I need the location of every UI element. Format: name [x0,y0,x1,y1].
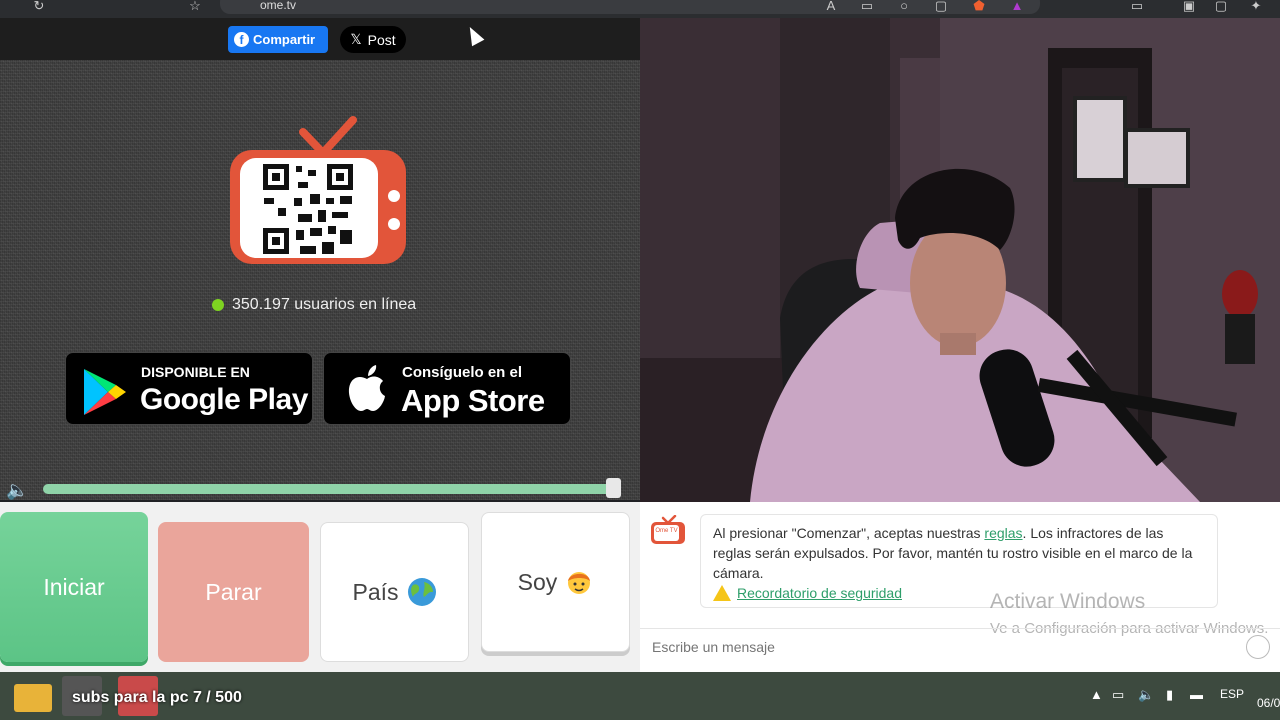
self-webcam-panel [640,18,1280,502]
online-users-text: 350.197 usuarios en línea [232,296,417,313]
stream-caption: subs para la pc 7 / 500 [72,689,242,706]
warning-icon [713,585,731,601]
share-icon[interactable]: ▢ [932,0,950,14]
reload-icon[interactable]: ↻ [30,0,48,14]
google-play-button[interactable]: DISPONIBLE EN Google Play [65,352,313,425]
downloads-icon[interactable]: ▭ [1128,0,1146,14]
speaker-icon[interactable]: 🔈 [6,480,28,500]
cast-icon[interactable]: ▭ [858,0,876,14]
facebook-share-button[interactable]: f Compartir [228,26,328,53]
x-post-button[interactable]: 𝕏 Post [340,26,406,53]
ometv-qr-logo [230,116,406,264]
app-store-button[interactable]: Consíguelo en el App Store [323,352,571,425]
facebook-share-label: Compartir [253,32,316,47]
volume-slider-thumb[interactable] [606,478,621,498]
x-post-label: Post [367,31,396,48]
extension-icon[interactable]: ▲ [1008,0,1026,14]
language-indicator[interactable]: ESP [1220,687,1244,701]
brave-shield-icon[interactable]: ⬟ [970,0,988,14]
share-bar: f Compartir 𝕏 Post [0,18,640,60]
volume-control: 🔈 [0,478,640,500]
chat-panel: Ome TV Al presionar "Comenzar", aceptas … [640,502,1280,672]
url-text: ome.tv [260,0,297,12]
translate-icon[interactable]: A [822,0,840,14]
windows-taskbar: subs para la pc 7 / 500 ▲ ▭ 🔈 ▮ ▬ ESP 06… [0,672,1280,720]
system-message-text: Al presionar "Comenzar", aceptas nuestra… [713,523,1205,583]
google-play-small-text: DISPONIBLE EN [141,364,250,380]
message-pre: Al presionar "Comenzar", aceptas nuestra… [713,525,985,541]
online-users-status: 350.197 usuarios en línea [212,296,416,314]
app-store-small-text: Consíguelo en el [402,364,523,381]
x-logo-icon: 𝕏 [350,31,362,47]
zoom-icon[interactable]: ○ [895,0,913,14]
webcam-video-feed [640,18,1280,502]
volume-tray-icon[interactable]: 🔈 [1138,687,1154,703]
start-button[interactable]: Iniciar [0,512,148,662]
network-icon[interactable]: ▭ [1112,687,1124,703]
gender-button[interactable]: Soy [481,512,630,652]
start-label: Iniciar [43,573,105,600]
boy-emoji-icon [568,572,591,594]
address-bar[interactable]: ome.tv [220,0,1040,14]
emoji-icon[interactable] [1246,635,1270,659]
battery-icon[interactable]: ▬ [1190,687,1203,702]
message-input[interactable] [652,639,1212,655]
tray-chevron-icon[interactable]: ▲ [1090,687,1103,702]
mouse-cursor-icon [463,23,485,47]
sidebar-icon[interactable]: ▢ [1212,0,1230,14]
message-bar [640,628,1280,664]
country-button[interactable]: País [320,522,469,662]
window-icon[interactable]: ▣ [1180,0,1198,14]
online-dot-icon [212,299,224,311]
volume-slider-track[interactable] [43,484,617,494]
apple-icon [348,365,385,411]
facebook-icon: f [234,32,249,47]
rules-link[interactable]: reglas [984,525,1022,541]
mic-tray-icon[interactable]: ▮ [1166,687,1173,703]
clock[interactable]: 06/0 [1257,696,1280,710]
watermark-title: Activar Windows [990,590,1146,613]
globe-icon [407,578,436,606]
stop-label: Parar [205,578,262,605]
stranger-video-panel: f Compartir 𝕏 Post 350.197 usuarios en l… [0,18,640,500]
app-store-big-text: App Store [401,383,545,418]
menu-icon[interactable]: ✦ [1247,0,1265,14]
google-play-icon [84,369,126,415]
country-label: País [352,578,399,605]
file-explorer-icon[interactable] [14,684,52,712]
bookmark-icon[interactable]: ☆ [186,0,204,14]
safety-reminder-link[interactable]: Recordatorio de seguridad [737,583,902,603]
stop-button[interactable]: Parar [158,522,309,662]
browser-toolbar: ↻ ☆ ome.tv A ▭ ○ ▢ ⬟ ▲ ▭ ▣ ▢ ✦ [0,0,1280,18]
google-play-big-text: Google Play [140,383,308,416]
chat-controls: Iniciar Parar País Soy [0,502,640,672]
chat-logo-text: Ome TV [655,528,677,534]
ometv-logo-icon: Ome TV [651,515,685,544]
gender-label: Soy [517,568,558,595]
